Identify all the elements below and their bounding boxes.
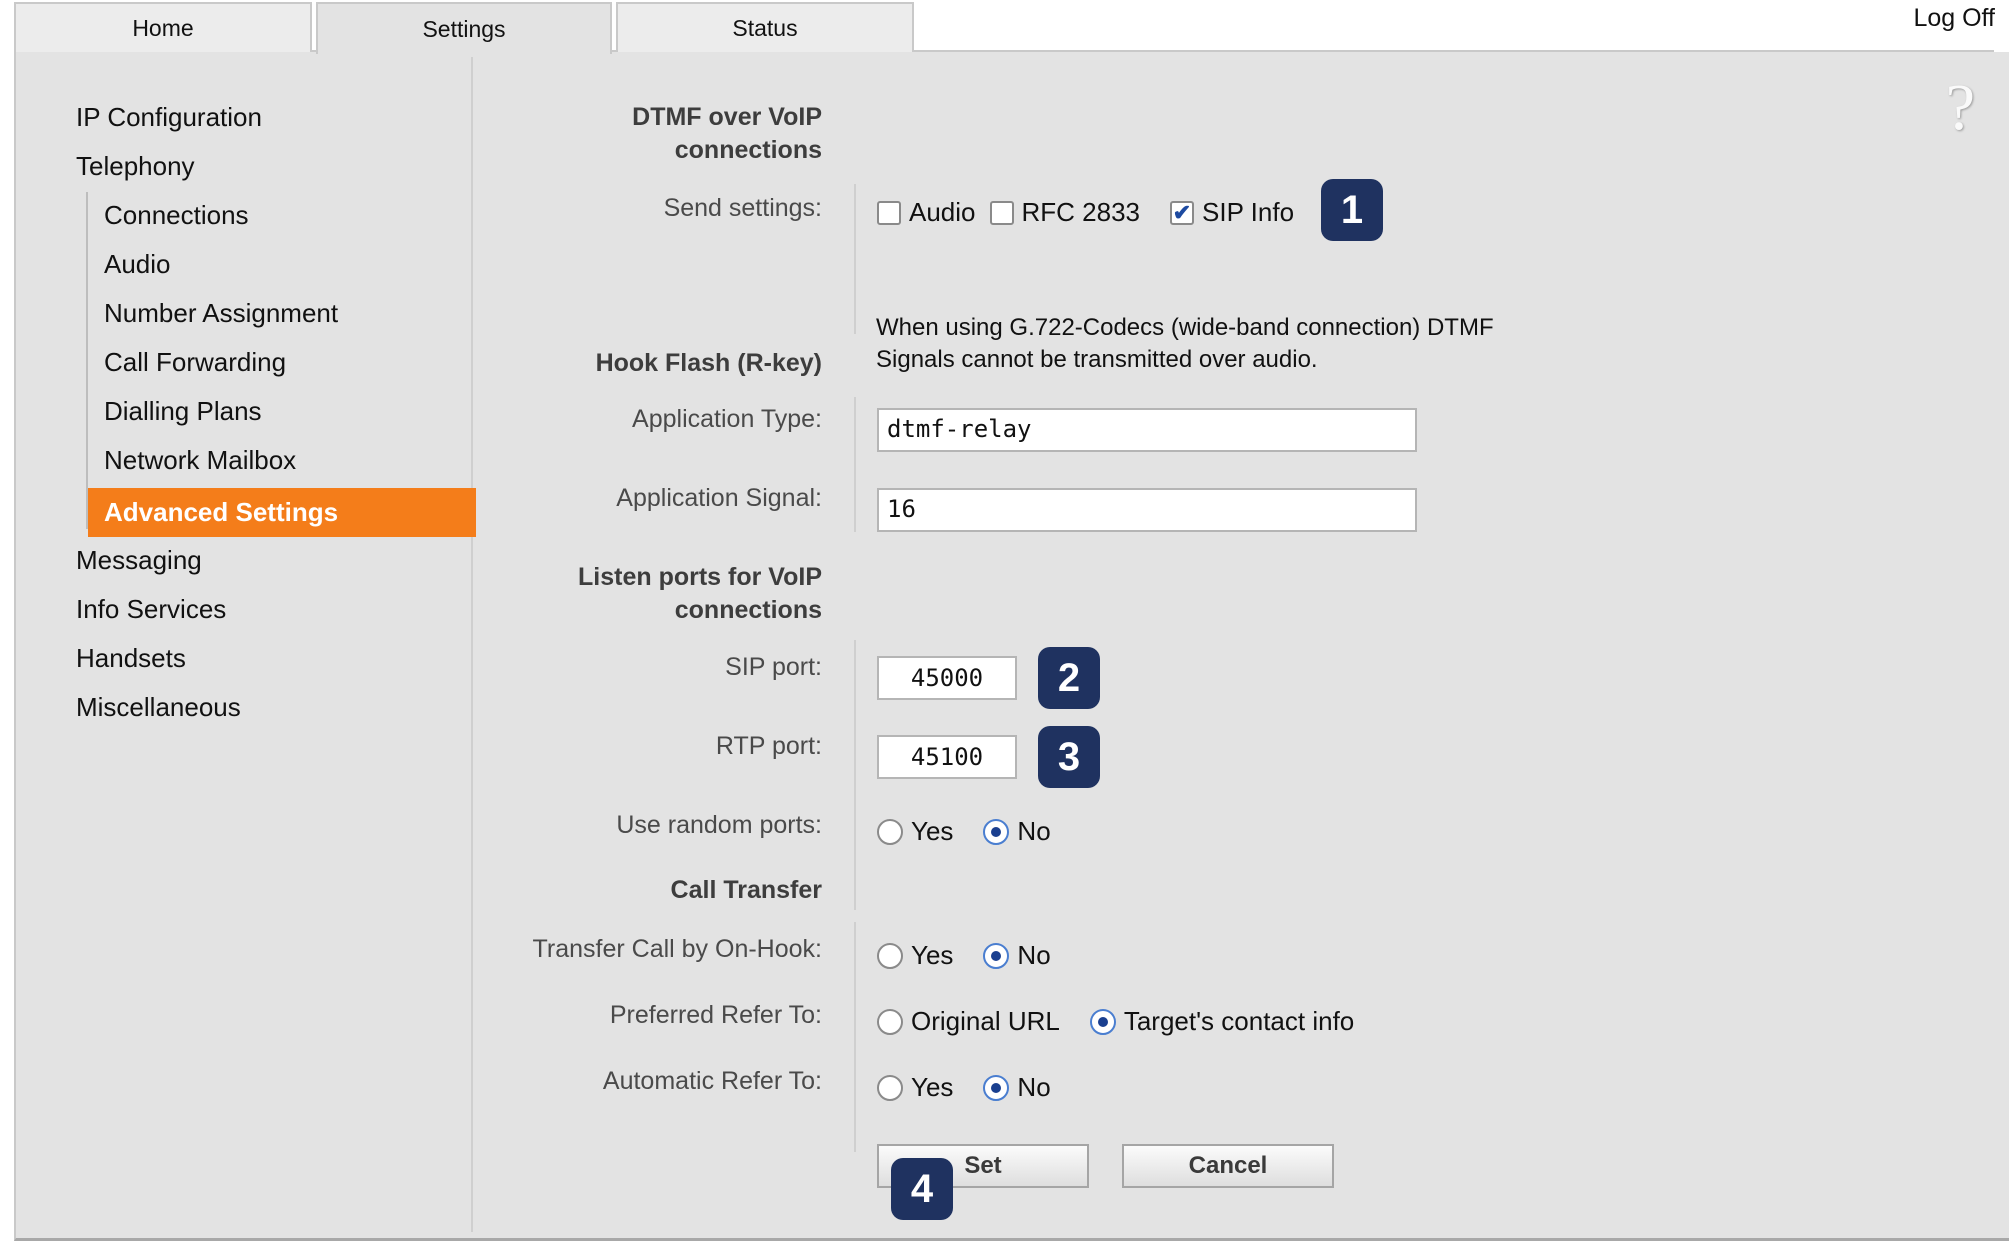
- section-heading-hook-flash: Hook Flash (R-key): [595, 349, 822, 377]
- automatic-refer-no-label: No: [1017, 1072, 1051, 1102]
- sidebar-item-messaging[interactable]: Messaging: [76, 545, 202, 576]
- preferred-refer-options: Original URL Target's contact info: [877, 1006, 1384, 1037]
- preferred-refer-label: Preferred Refer To:: [609, 1001, 822, 1029]
- section-heading-listen-ports: Listen ports for VoIP connections: [578, 561, 822, 627]
- section-heading-listen-ports-line1: Listen ports for VoIP: [578, 563, 822, 591]
- preferred-refer-target-radio[interactable]: [1089, 1008, 1116, 1035]
- callout-badge-2: 2: [1038, 647, 1100, 709]
- sip-info-checkbox[interactable]: ✔: [1170, 200, 1194, 225]
- send-settings-options: Audio RFC 2833 ✔ SIP Info: [877, 197, 1324, 228]
- sidebar-item-advanced-settings[interactable]: Advanced Settings: [88, 488, 476, 537]
- rtp-port-label: RTP port:: [715, 732, 822, 760]
- section-heading-dtmf: DTMF over VoIP connections: [632, 101, 822, 167]
- automatic-refer-yes-label: Yes: [911, 1072, 954, 1102]
- rtp-port-input[interactable]: 45100: [877, 735, 1017, 779]
- sidebar-item-telephony[interactable]: Telephony: [76, 151, 195, 182]
- transfer-onhook-label: Transfer Call by On-Hook:: [532, 935, 822, 963]
- rfc2833-option-label: RFC 2833: [1021, 197, 1141, 227]
- main-panel: ? IP Configuration Telephony Connections…: [14, 52, 2009, 1241]
- submenu-indicator: [86, 192, 88, 529]
- application-signal-input[interactable]: 16: [877, 488, 1417, 532]
- random-ports-label: Use random ports:: [616, 811, 822, 839]
- section-heading-call-transfer: Call Transfer: [670, 876, 822, 904]
- section-heading-dtmf-line1: DTMF over VoIP: [632, 103, 822, 131]
- sidebar-item-handsets[interactable]: Handsets: [76, 643, 186, 674]
- sidebar-item-miscellaneous[interactable]: Miscellaneous: [76, 692, 241, 723]
- transfer-onhook-yes-radio[interactable]: [877, 942, 903, 969]
- tab-bar: Home Settings Status: [14, 0, 1994, 54]
- tab-status[interactable]: Status: [616, 2, 914, 52]
- preferred-refer-original-label: Original URL: [911, 1006, 1060, 1036]
- rfc2833-checkbox[interactable]: [989, 200, 1014, 225]
- dtmf-note-line1: When using G.722-Codecs (wide-band conne…: [876, 314, 1494, 341]
- sidebar-item-number-assignment[interactable]: Number Assignment: [104, 298, 338, 329]
- field-divider: [854, 397, 856, 532]
- application-type-label: Application Type:: [632, 405, 822, 433]
- log-off-link[interactable]: Log Off: [1913, 4, 1995, 33]
- callout-badge-4: 4: [891, 1158, 953, 1220]
- sidebar-divider: [471, 57, 473, 1232]
- transfer-onhook-no-label: No: [1017, 940, 1051, 970]
- callout-badge-1: 1: [1321, 179, 1383, 241]
- random-ports-no-radio[interactable]: [983, 818, 1010, 845]
- dtmf-note-line2: Signals cannot be transmitted over audio…: [876, 346, 1318, 373]
- sip-info-option-label: SIP Info: [1202, 197, 1295, 227]
- application-type-input[interactable]: dtmf-relay: [877, 408, 1417, 452]
- tab-home[interactable]: Home: [14, 2, 312, 52]
- sip-port-input[interactable]: 45000: [877, 656, 1017, 700]
- sidebar-item-info-services[interactable]: Info Services: [76, 594, 226, 625]
- field-divider: [854, 922, 856, 1152]
- random-ports-yes-label: Yes: [911, 816, 954, 846]
- sidebar-item-ip-configuration[interactable]: IP Configuration: [76, 102, 262, 133]
- cancel-button[interactable]: Cancel: [1122, 1144, 1334, 1188]
- sip-port-label: SIP port:: [725, 653, 822, 681]
- callout-badge-3: 3: [1038, 726, 1100, 788]
- sidebar-item-connections[interactable]: Connections: [104, 200, 249, 231]
- automatic-refer-label: Automatic Refer To:: [602, 1067, 822, 1095]
- section-heading-dtmf-line2: connections: [674, 136, 822, 164]
- preferred-refer-target-label: Target's contact info: [1123, 1006, 1355, 1036]
- transfer-onhook-yes-label: Yes: [911, 940, 954, 970]
- sidebar-item-audio[interactable]: Audio: [104, 249, 171, 280]
- transfer-onhook-options: Yes No: [877, 940, 1081, 971]
- audio-option-label: Audio: [909, 197, 976, 227]
- automatic-refer-no-radio[interactable]: [983, 1074, 1010, 1101]
- random-ports-no-label: No: [1017, 816, 1051, 846]
- section-heading-listen-ports-line2: connections: [674, 596, 822, 624]
- tab-settings[interactable]: Settings: [316, 2, 612, 54]
- preferred-refer-original-radio[interactable]: [877, 1008, 903, 1035]
- send-settings-label: Send settings:: [663, 194, 822, 222]
- transfer-onhook-no-radio[interactable]: [983, 942, 1010, 969]
- automatic-refer-options: Yes No: [877, 1072, 1081, 1103]
- help-icon[interactable]: ?: [1946, 70, 1975, 146]
- field-divider: [854, 184, 856, 334]
- sidebar-item-call-forwarding[interactable]: Call Forwarding: [104, 347, 286, 378]
- application-signal-label: Application Signal:: [616, 484, 822, 512]
- field-divider: [854, 640, 856, 910]
- audio-checkbox[interactable]: [877, 200, 901, 225]
- dtmf-note: When using G.722-Codecs (wide-band conne…: [876, 312, 1494, 376]
- random-ports-yes-radio[interactable]: [877, 818, 903, 845]
- random-ports-options: Yes No: [877, 816, 1081, 847]
- automatic-refer-yes-radio[interactable]: [877, 1074, 903, 1101]
- sidebar-item-network-mailbox[interactable]: Network Mailbox: [104, 445, 296, 476]
- sidebar-item-dialling-plans[interactable]: Dialling Plans: [104, 396, 262, 427]
